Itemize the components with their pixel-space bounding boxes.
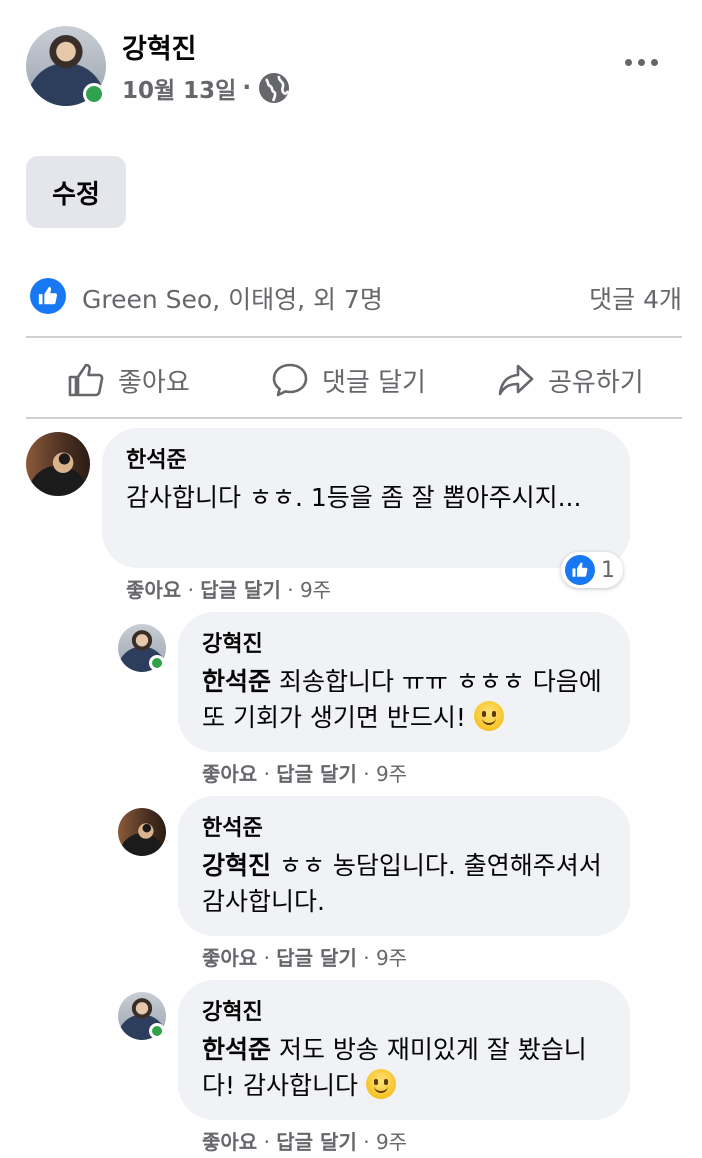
share-label: 공유하기 [548,367,644,398]
comment-like-button[interactable]: 좋아요 [126,578,181,602]
comment-icon [272,363,308,397]
comment-reply-button[interactable]: 답글 달기 [200,578,281,602]
author-name[interactable]: 강혁진 [122,27,197,66]
share-icon [498,364,534,396]
divider [26,336,682,338]
divider [26,417,682,419]
online-status-dot [149,1023,165,1039]
meta-separator: · [263,762,270,786]
mention-link[interactable]: 한석준 [202,1035,271,1064]
comment-bubble: 강혁진 한석준 저도 방송 재미있게 잘 봤습니다! 감사합니다 [178,980,630,1120]
meta-separator: · [287,578,294,602]
like-icon[interactable] [30,278,66,314]
online-status-dot [83,83,105,105]
meta-separator: · [263,946,270,970]
comment-reply-button[interactable]: 답글 달기 [276,946,357,970]
reaction-count: 1 [601,557,615,583]
comment-time[interactable]: 9주 [300,578,331,602]
comment-reply-button[interactable]: 답글 달기 [276,762,357,786]
comment-meta: 좋아요 · 답글 달기 · 9주 [202,758,407,787]
comment-label: 댓글 달기 [322,367,426,398]
comment-bubble: 한석준 강혁진 ㅎㅎ 농담입니다. 출연해주셔서 감사합니다. [178,796,630,936]
comment-time[interactable]: 9주 [376,762,407,786]
mention-link[interactable]: 강혁진 [202,851,271,880]
post-date[interactable]: 10월 13일 [122,71,236,105]
like-label: 좋아요 [118,367,190,398]
comment-bubble: 한석준 감사합니다 ㅎㅎ. 1등을 좀 잘 뽑아주시지... [102,428,630,568]
comment-reply-button[interactable]: 답글 달기 [276,1130,357,1154]
comment-bubble: 강혁진 한석준 죄송합니다 ㅠㅠ ㅎㅎㅎ 다음에 또 기회가 생기면 반드시! [178,612,630,752]
smile-emoji-icon [473,701,504,731]
meta-separator: · [363,762,370,786]
comment-count[interactable]: 댓글 4개 [578,280,682,316]
like-button[interactable]: 좋아요 [66,358,190,402]
meta-separator: · [187,578,194,602]
comment-time[interactable]: 9주 [376,1130,407,1154]
commenter-name[interactable]: 강혁진 [202,626,606,658]
comment-text: 감사합니다 ㅎㅎ. 1등을 좀 잘 뽑아주시지... [126,483,582,512]
comment-reaction-chip[interactable]: 1 [561,552,623,588]
comment-meta: 좋아요 · 답글 달기 · 9주 [202,1126,407,1155]
commenter-name[interactable]: 강혁진 [202,994,606,1026]
meta-separator: · [263,1130,270,1154]
edit-button[interactable]: 수정 [26,156,126,228]
comment-like-button[interactable]: 좋아요 [202,762,257,786]
commenter-name[interactable]: 한석준 [126,442,606,474]
share-button[interactable]: 공유하기 [496,358,644,402]
comment-text: 한석준 죄송합니다 ㅠㅠ ㅎㅎㅎ 다음에 또 기회가 생기면 반드시! [202,664,606,736]
globe-icon[interactable] [257,71,291,105]
comment-like-button[interactable]: 좋아요 [202,946,257,970]
meta-separator: · [363,946,370,970]
comment-button[interactable]: 댓글 달기 [270,358,426,402]
comment-text: 강혁진 ㅎㅎ 농담입니다. 출연해주셔서 감사합니다. [202,848,606,920]
more-icon[interactable] [625,52,665,72]
comment-meta: 좋아요 · 답글 달기 · 9주 [202,942,407,971]
date-separator: · [242,75,252,101]
like-icon [68,363,104,397]
comment-like-button[interactable]: 좋아요 [202,1130,257,1154]
reactors-summary[interactable]: Green Seo, 이태영, 외 7명 [82,280,383,316]
commenter-avatar[interactable] [26,432,90,496]
comment-text: 한석준 저도 방송 재미있게 잘 봤습니다! 감사합니다 [202,1032,606,1104]
comment-time[interactable]: 9주 [376,946,407,970]
post-meta: 10월 13일 · [122,71,291,105]
smile-emoji-icon [365,1069,396,1099]
mention-link[interactable]: 한석준 [202,667,271,696]
comment-meta: 좋아요 · 답글 달기 · 9주 [126,574,331,603]
online-status-dot [149,655,165,671]
commenter-name[interactable]: 한석준 [202,810,606,842]
like-icon [565,555,595,585]
commenter-avatar[interactable] [118,808,166,856]
meta-separator: · [363,1130,370,1154]
